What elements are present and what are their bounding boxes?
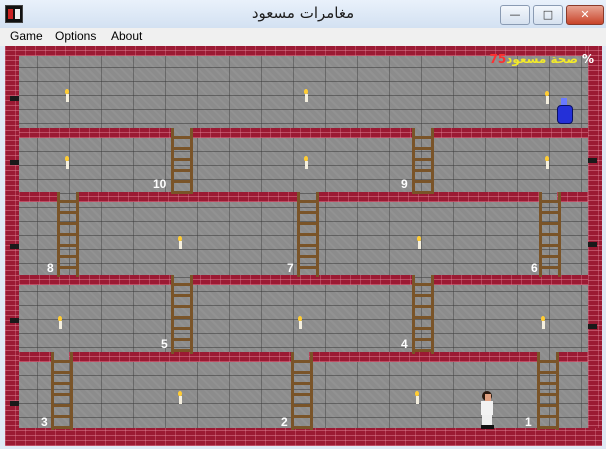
candle [304, 89, 308, 102]
wall-slot [588, 158, 597, 163]
health-unit: % [581, 52, 594, 66]
ladder-label-8: 8 [47, 261, 54, 275]
title-bar: مغامرات مسعود — □ ✕ [0, 0, 606, 29]
wall-slot [10, 160, 19, 165]
menu-bar: Game Options About [0, 28, 606, 46]
candle [65, 156, 69, 169]
ladder-2[interactable] [291, 352, 313, 430]
candle [298, 316, 302, 329]
minimize-button[interactable]: — [500, 5, 530, 25]
floor-segment [190, 128, 413, 138]
ladder-label-9: 9 [401, 177, 408, 191]
floor-segment [557, 192, 588, 202]
ladder-label-7: 7 [287, 261, 294, 275]
floor-segment [19, 352, 51, 362]
ladder-label-3: 3 [41, 415, 48, 429]
ladder-10[interactable] [171, 128, 193, 194]
wall-slot [10, 96, 19, 101]
ladder-label-10: 10 [153, 177, 167, 191]
ladder-4[interactable] [412, 275, 434, 354]
candle [58, 316, 62, 329]
wall-slot [588, 324, 597, 329]
candle [304, 156, 308, 169]
candle [545, 156, 549, 169]
floor-segment [431, 275, 588, 285]
wall-slot [10, 318, 19, 323]
health-hud: صحة مسعود75% [485, 52, 594, 66]
floor-segment [431, 128, 588, 138]
ladder-label-2: 2 [281, 415, 288, 429]
ladder-label-5: 5 [161, 337, 168, 351]
health-value: 75 [489, 52, 507, 66]
candle [65, 89, 69, 102]
floor-segment [19, 128, 171, 138]
player-character[interactable] [478, 391, 496, 429]
maximize-button[interactable]: □ [533, 5, 563, 25]
candle [415, 391, 419, 404]
ladder-label-6: 6 [531, 261, 538, 275]
game-canvas[interactable]: 1 2 3 4 5 6 7 8 9 10 صحة مسعود75% [5, 46, 602, 446]
ladder-9[interactable] [412, 128, 434, 194]
ladder-8[interactable] [57, 192, 79, 277]
wall-slot [10, 401, 19, 406]
candle [178, 236, 182, 249]
ladder-1[interactable] [537, 352, 559, 430]
ladder-label-4: 4 [401, 337, 408, 351]
candle [541, 316, 545, 329]
floor-segment [557, 352, 588, 362]
candle [178, 391, 182, 404]
ladder-label-1: 1 [525, 415, 532, 429]
health-label: صحة مسعود [506, 52, 578, 66]
floor-segment [19, 275, 171, 285]
candle [545, 91, 549, 104]
close-button[interactable]: ✕ [566, 5, 604, 25]
floor-segment [19, 192, 60, 202]
candle [417, 236, 421, 249]
menu-about[interactable]: About [111, 29, 142, 43]
ladder-3[interactable] [51, 352, 73, 430]
menu-game[interactable]: Game [10, 29, 43, 43]
ladder-5[interactable] [171, 275, 193, 354]
wall-slot [588, 242, 597, 247]
menu-options[interactable]: Options [55, 29, 96, 43]
ladder-6[interactable] [539, 192, 561, 277]
bottom-brick-floor [5, 428, 602, 446]
wall-slot [10, 244, 19, 249]
potion-icon[interactable] [556, 98, 573, 124]
ladder-7[interactable] [297, 192, 319, 277]
